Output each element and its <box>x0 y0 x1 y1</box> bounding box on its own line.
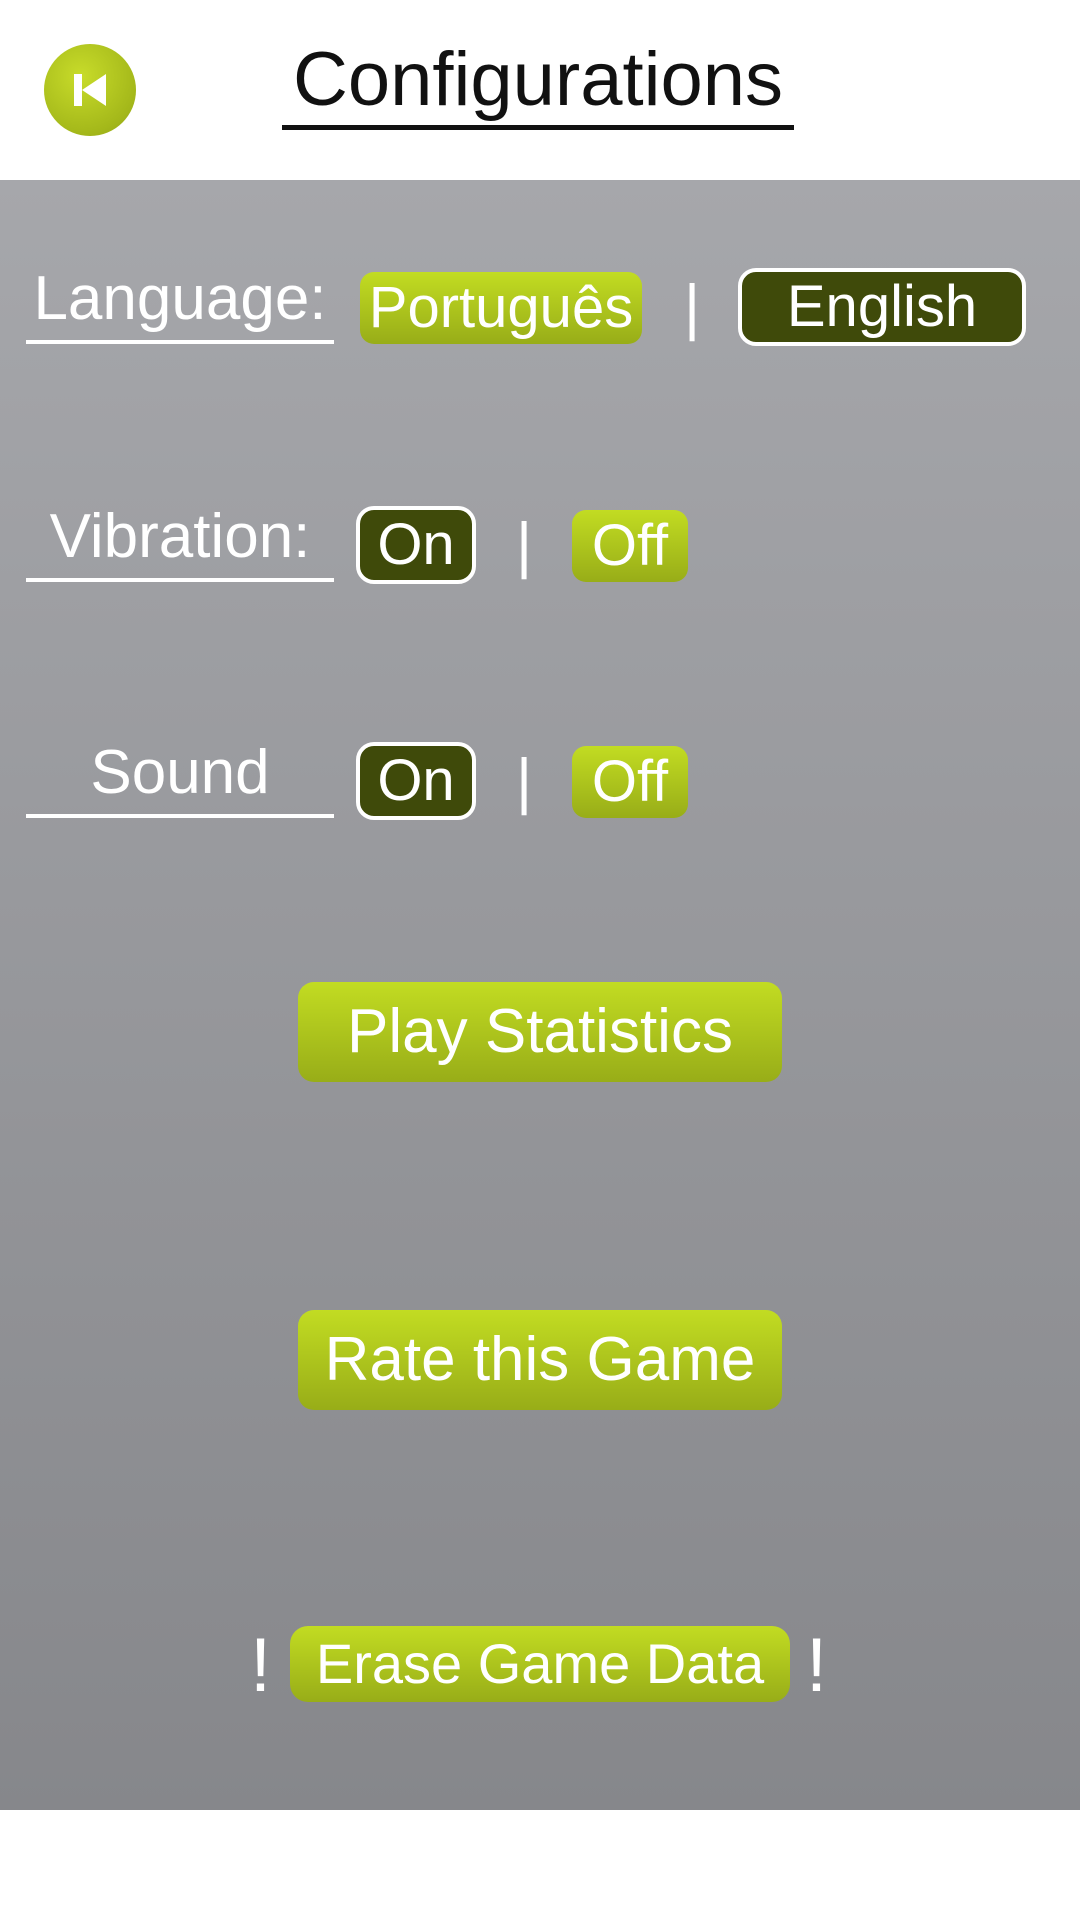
language-separator: | <box>684 273 701 342</box>
sound-off-button[interactable]: Off <box>572 746 688 818</box>
language-label: Language: <box>26 260 334 344</box>
page-title: Configurations <box>282 30 794 130</box>
sound-on-button[interactable]: On <box>356 742 476 820</box>
rate-game-button[interactable]: Rate this Game <box>298 1310 782 1410</box>
settings-panel: Language: Português | English Vibration:… <box>0 180 1080 1810</box>
vibration-separator: | <box>516 511 533 580</box>
configurations-screen: Configurations Language: Português | Eng… <box>0 0 1080 1920</box>
back-button[interactable] <box>44 44 136 136</box>
vibration-off-button[interactable]: Off <box>572 510 688 582</box>
warning-mark-right: ! <box>806 1623 828 1708</box>
play-statistics-button[interactable]: Play Statistics <box>298 982 782 1082</box>
sound-label: Sound <box>26 734 334 818</box>
language-english-button[interactable]: English <box>738 268 1026 346</box>
vibration-label: Vibration: <box>26 498 334 582</box>
footer-area <box>0 1810 1080 1920</box>
language-portuguese-button[interactable]: Português <box>360 272 642 344</box>
header: Configurations <box>0 0 1080 180</box>
vibration-on-button[interactable]: On <box>356 506 476 584</box>
warning-mark-left: ! <box>250 1623 272 1708</box>
sound-separator: | <box>516 747 533 816</box>
skip-back-icon <box>74 74 106 106</box>
erase-game-data-button[interactable]: Erase Game Data <box>290 1626 790 1702</box>
